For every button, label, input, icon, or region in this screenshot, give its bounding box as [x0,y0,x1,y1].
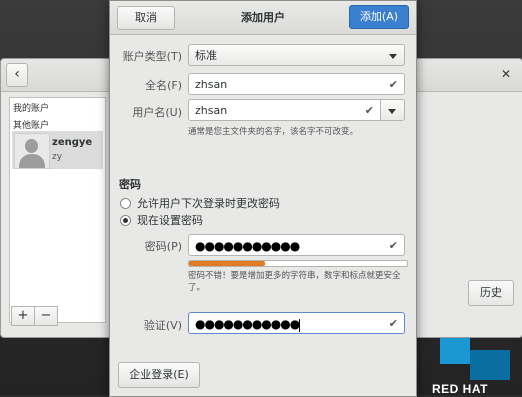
password-label: 密码(P) [144,240,182,253]
add-user-dialog: 添加用户 取消 添加(A) 账户类型(T) 标准 全名(F) zhsan ✔ 用… [109,0,417,397]
other-accounts-label: 其他账户 [13,121,50,131]
account-type-label: 账户类型(T) [122,50,182,63]
chevron-left-icon: ‹ [14,66,20,82]
redhat-logo: RED HAT [432,382,488,396]
username-value: zhsan [195,104,228,117]
check-icon: ✔ [364,104,374,117]
user-icon [25,139,38,153]
back-button[interactable]: ‹ [6,63,28,87]
full-name-field[interactable]: zhsan ✔ [188,73,405,95]
radio-later-label: 允许用户下次登录时更改密码 [137,197,280,210]
my-account-label: 我的账户 [13,104,50,114]
user-icon-body [19,154,45,168]
password-field[interactable]: ●●●●●●●●●●● ✔ [188,234,405,256]
cancel-button[interactable]: 取消 [117,6,175,30]
radio-set-password-now[interactable]: 现在设置密码 [120,212,203,228]
password-strength-bar [188,260,408,267]
password-value: ●●●●●●●●●●● [195,239,300,253]
verify-label: 验证(V) [143,319,182,332]
account-username: zy [52,152,63,162]
history-button[interactable]: 历史 [468,280,514,306]
account-type-value: 标准 [195,49,217,62]
full-name-label: 全名(F) [145,79,182,92]
username-field[interactable]: zhsan ✔ [188,99,381,121]
text-caret [299,318,301,332]
accounts-sidebar: 我的账户 其他账户 zengye zy [9,97,106,323]
verify-password-field[interactable]: ●●●●●●●●●●● ✔ [188,312,405,334]
radio-now-label: 现在设置密码 [137,214,203,227]
radio-set-password-later[interactable]: 允许用户下次登录时更改密码 [120,195,280,211]
full-name-value: zhsan [195,78,228,91]
account-list-item[interactable]: zengye zy [12,131,103,169]
dialog-header: 添加用户 取消 添加(A) [110,1,416,35]
account-name: zengye [52,137,93,148]
account-type-select[interactable]: 标准 [188,44,405,66]
password-section-title: 密码 [119,178,141,191]
add-remove-buttons: + − [11,306,58,326]
remove-account-button[interactable]: − [35,306,58,326]
check-icon: ✔ [388,78,398,91]
add-button[interactable]: 添加(A) [349,5,409,29]
username-hint: 通常是您主文件夹的名字，该名字不可改变。 [188,127,359,137]
dropdown-arrow-icon [388,109,396,114]
verify-value: ●●●●●●●●●●● [195,317,300,331]
check-icon: ✔ [388,239,398,252]
check-icon: ✔ [388,317,398,330]
enterprise-login-button[interactable]: 企业登录(E) [118,362,200,388]
password-strength-hint: 密码不错！要是增加更多的字符串，数字和标点就更安全 了。 [188,270,401,294]
password-strength-fill [189,261,266,266]
radio-selected-icon [120,214,131,226]
decorative-cube [470,350,510,380]
dropdown-arrow-icon [389,54,397,59]
decorative-cube [440,338,470,364]
username-suggestions-button[interactable] [380,99,405,121]
username-label: 用户名(U) [132,106,182,119]
password-hint-line2: 了。 [188,283,206,293]
avatar [14,133,50,169]
radio-icon [120,197,131,209]
password-hint-line1: 密码不错！要是增加更多的字符串，数字和标点就更安全 [188,271,401,281]
close-icon[interactable]: ✕ [501,67,511,81]
add-account-button[interactable]: + [11,306,35,326]
